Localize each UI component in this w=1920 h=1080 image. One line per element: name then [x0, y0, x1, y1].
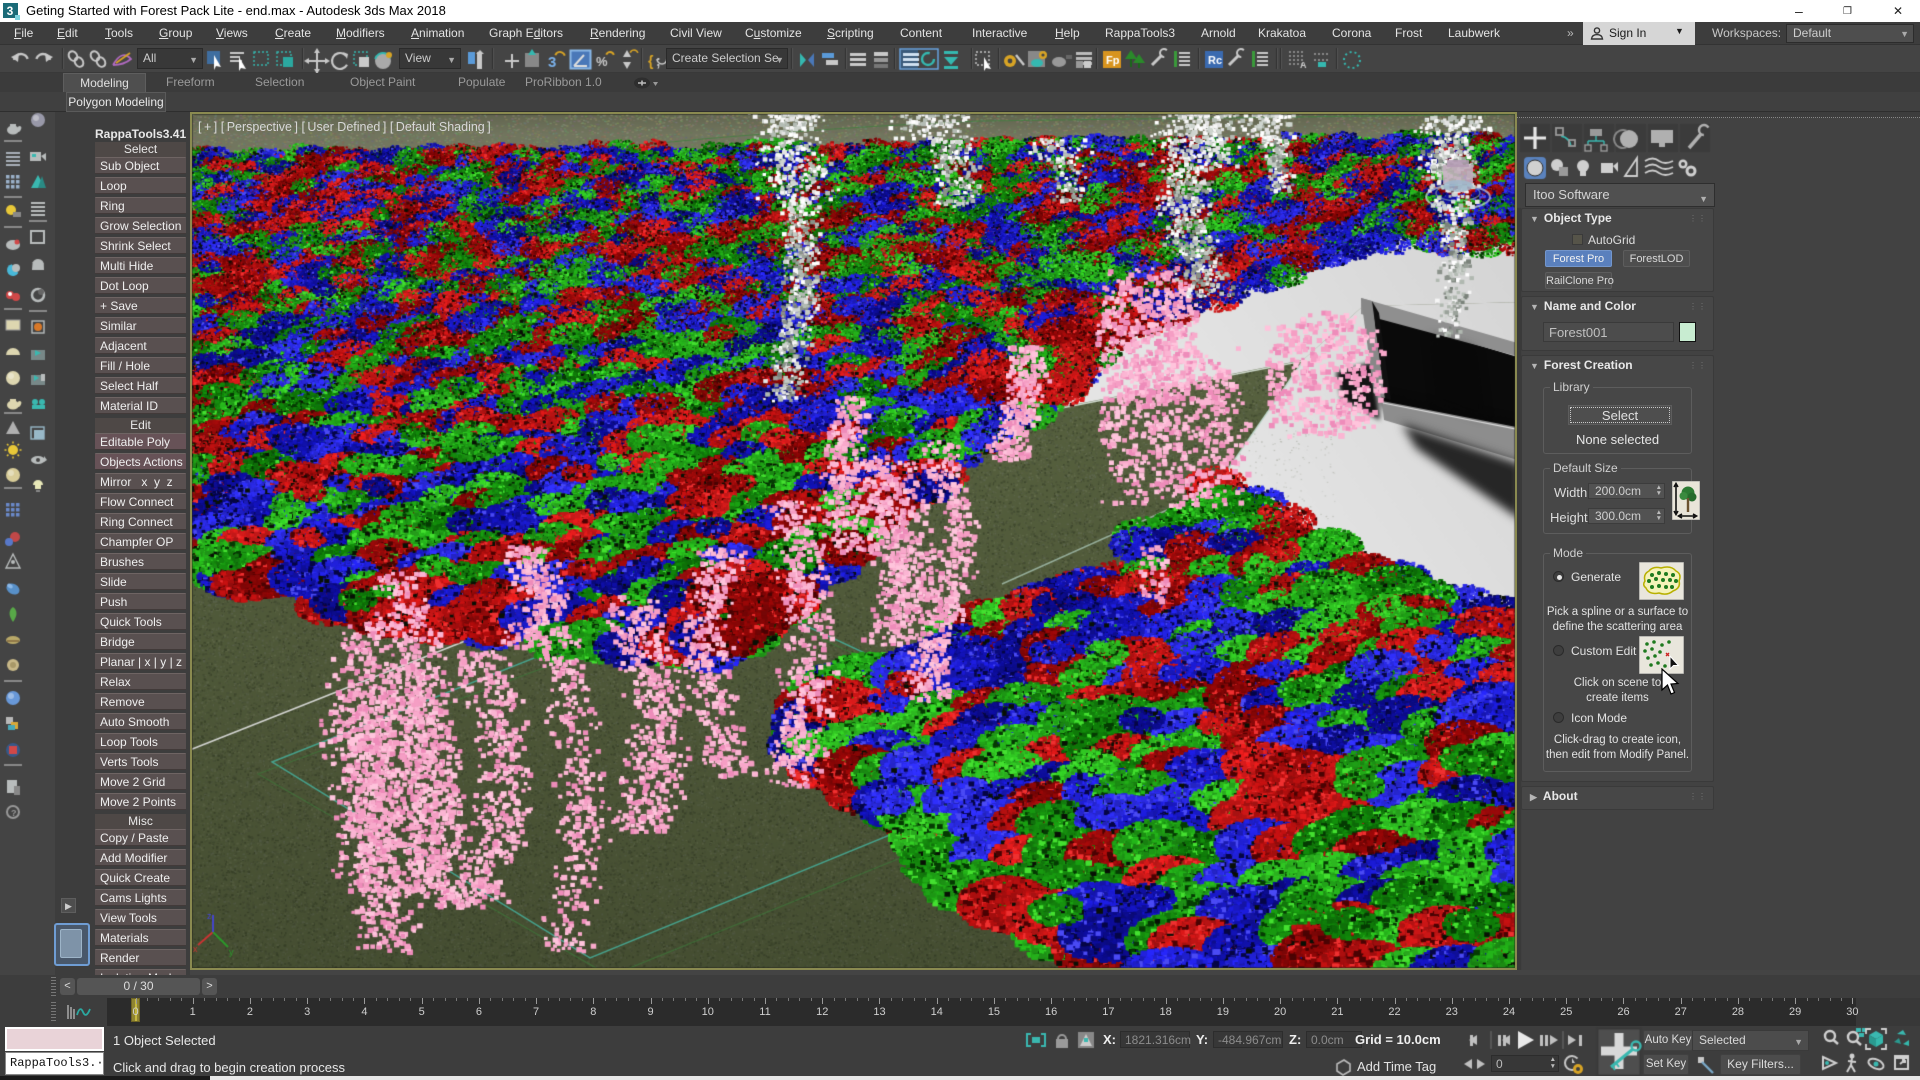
svg-text:3: 3 — [7, 4, 14, 18]
